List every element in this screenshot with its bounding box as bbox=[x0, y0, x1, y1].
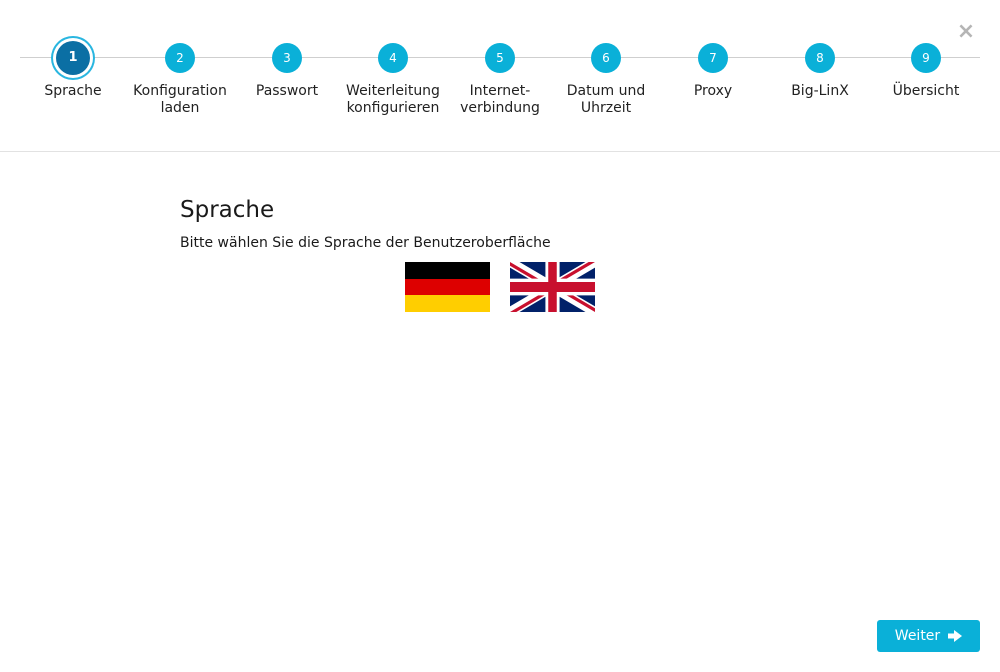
step-number: 9 bbox=[911, 43, 941, 73]
setup-wizard: 1 Sprache 2 Konfiguration laden 3 Passwo… bbox=[0, 0, 1000, 672]
step-label: Proxy bbox=[693, 83, 733, 99]
step-number: 3 bbox=[272, 43, 302, 73]
language-section: Sprache Bitte wählen Sie die Sprache der… bbox=[180, 195, 820, 252]
step-label: Internet- verbindung bbox=[460, 83, 540, 116]
step-sprache[interactable]: 1 Sprache bbox=[18, 41, 128, 100]
step-label: Datum und Uhrzeit bbox=[566, 83, 646, 116]
step-number: 1 bbox=[56, 41, 90, 75]
page-subtitle: Bitte wählen Sie die Sprache der Benutze… bbox=[180, 235, 551, 251]
step-number: 2 bbox=[165, 43, 195, 73]
step-label: Big-LinX bbox=[791, 83, 849, 99]
step-number: 4 bbox=[378, 43, 408, 73]
step-proxy[interactable]: 7 Proxy bbox=[658, 43, 768, 100]
step-label: Konfiguration laden bbox=[133, 83, 227, 116]
german-flag-icon[interactable] bbox=[405, 262, 490, 313]
step-number: 6 bbox=[591, 43, 621, 73]
page-title: Sprache bbox=[180, 197, 275, 223]
uk-flag-icon[interactable] bbox=[510, 262, 595, 312]
step-number: 7 bbox=[698, 43, 728, 73]
step-big-linx[interactable]: 8 Big-LinX bbox=[765, 43, 875, 100]
step-label: Übersicht bbox=[892, 83, 960, 99]
wizard-stepper: 1 Sprache 2 Konfiguration laden 3 Passwo… bbox=[0, 0, 1000, 152]
step-internetverbindung[interactable]: 5 Internet- verbindung bbox=[445, 43, 555, 117]
step-number: 8 bbox=[805, 43, 835, 73]
close-icon[interactable]: × bbox=[956, 20, 976, 44]
next-button[interactable]: Weiter bbox=[877, 620, 980, 652]
step-datum-uhrzeit[interactable]: 6 Datum und Uhrzeit bbox=[551, 43, 661, 117]
step-konfiguration-laden[interactable]: 2 Konfiguration laden bbox=[125, 43, 235, 117]
arrow-right-icon bbox=[948, 630, 963, 642]
step-uebersicht[interactable]: 9 Übersicht bbox=[871, 43, 981, 100]
step-weiterleitung[interactable]: 4 Weiterleitung konfigurieren bbox=[338, 43, 448, 117]
step-label: Sprache bbox=[44, 83, 102, 99]
step-label: Passwort bbox=[255, 83, 319, 99]
next-button-label: Weiter bbox=[894, 628, 941, 644]
step-number: 5 bbox=[485, 43, 515, 73]
step-label: Weiterleitung konfigurieren bbox=[346, 83, 440, 116]
language-options bbox=[405, 262, 595, 313]
step-passwort[interactable]: 3 Passwort bbox=[232, 43, 342, 100]
